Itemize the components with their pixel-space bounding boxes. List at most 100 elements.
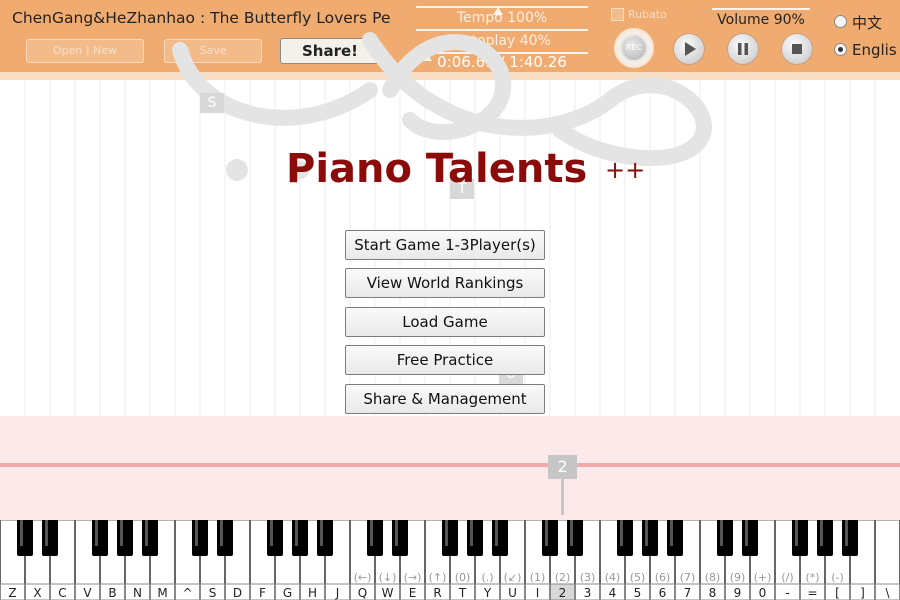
black-key[interactable] (842, 520, 858, 556)
key-alt-label: (*) (805, 571, 819, 584)
piano-keyboard[interactable]: Z X C V B N M ^ S D F G H J Q (←) W (↓) E (→) R (↑) T (0) Y (.) U (… (0, 520, 900, 600)
key-label: F (259, 586, 266, 600)
black-key[interactable] (142, 520, 158, 556)
key-label: 2 (559, 586, 567, 600)
key-label: V (83, 586, 92, 600)
key-alt-label: (1) (530, 571, 546, 584)
black-key[interactable] (617, 520, 633, 556)
hit-line (0, 463, 900, 467)
black-key-shine (20, 520, 23, 546)
key-label: D (233, 586, 242, 600)
share-management-button[interactable]: Share & Management (345, 384, 545, 414)
key-label: Y (483, 586, 492, 600)
black-key[interactable] (542, 520, 558, 556)
black-key-shine (220, 520, 223, 546)
black-key-shine (720, 520, 723, 546)
lang-english-radio[interactable] (834, 43, 847, 56)
key-alt-label: (8) (705, 571, 721, 584)
key-alt-label: (7) (680, 571, 696, 584)
black-key[interactable] (117, 520, 133, 556)
key-label: B (108, 586, 116, 600)
black-key[interactable] (292, 520, 308, 556)
view-world-rankings-button[interactable]: View World Rankings (345, 268, 545, 298)
lang-chinese-radio[interactable] (834, 15, 847, 28)
key-hint-s: S (200, 93, 224, 113)
rubato-label: Rubato (628, 8, 667, 21)
black-key[interactable] (367, 520, 383, 556)
black-key[interactable] (42, 520, 58, 556)
black-key-shine (845, 520, 848, 546)
black-key[interactable] (17, 520, 33, 556)
black-key[interactable] (642, 520, 658, 556)
black-key-shine (470, 520, 473, 546)
black-key[interactable] (267, 520, 283, 556)
key-alt-label: (+) (754, 571, 772, 584)
black-key-shine (570, 520, 573, 546)
key-alt-label: (9) (730, 571, 746, 584)
black-key[interactable] (217, 520, 233, 556)
black-key-shine (795, 520, 798, 546)
key-label: J (335, 586, 340, 600)
black-key-shine (45, 520, 48, 546)
radio-selected-dot (838, 47, 843, 52)
key-label: - (785, 586, 789, 600)
black-key[interactable] (567, 520, 583, 556)
black-key[interactable] (492, 520, 508, 556)
key-label: C (58, 586, 66, 600)
key-alt-label: (-) (831, 571, 844, 584)
lane-marker: 2 (548, 455, 577, 479)
black-key-shine (745, 520, 748, 546)
load-game-button[interactable]: Load Game (345, 307, 545, 337)
stop-icon (792, 44, 802, 54)
key-label: 4 (609, 586, 617, 600)
key-alt-label: (.) (481, 571, 493, 584)
app-title: Piano Talents (286, 146, 588, 192)
tempo-label: Tempo 100% (456, 10, 548, 26)
black-key[interactable] (92, 520, 108, 556)
black-key[interactable] (192, 520, 208, 556)
lang-chinese-label: 中文 (852, 14, 883, 32)
lane-marker-stem (561, 479, 564, 515)
open-new-button[interactable]: Open | New (26, 39, 144, 63)
free-practice-button[interactable]: Free Practice (345, 345, 545, 375)
start-game-button[interactable]: Start Game 1-3Player(s) (345, 230, 545, 260)
key-alt-label: (/) (781, 571, 793, 584)
key-alt-label: (4) (605, 571, 621, 584)
black-key[interactable] (667, 520, 683, 556)
black-key-shine (270, 520, 273, 546)
key-label: X (33, 586, 41, 600)
key-label: [ (835, 586, 840, 600)
black-key[interactable] (317, 520, 333, 556)
black-key[interactable] (717, 520, 733, 556)
stop-button[interactable] (781, 33, 813, 65)
key-alt-label: (↑) (429, 571, 447, 584)
black-key-shine (645, 520, 648, 546)
black-key[interactable] (792, 520, 808, 556)
key-label: 5 (634, 586, 642, 600)
key-label: E (409, 586, 417, 600)
volume-label: Volume 90% (717, 12, 805, 28)
black-key[interactable] (467, 520, 483, 556)
app-title-suffix: ++ (605, 156, 646, 184)
note-fall-zone (0, 416, 900, 520)
key-label: M (157, 586, 167, 600)
black-key-shine (370, 520, 373, 546)
black-key-shine (670, 520, 673, 546)
rubato-checkbox[interactable] (611, 8, 624, 21)
key-alt-label: (3) (580, 571, 596, 584)
volume-slider-track[interactable] (712, 8, 810, 10)
key-alt-label: (←) (354, 571, 372, 584)
black-key[interactable] (742, 520, 758, 556)
black-key[interactable] (817, 520, 833, 556)
black-key[interactable] (442, 520, 458, 556)
black-key-shine (295, 520, 298, 546)
key-label: G (283, 586, 292, 600)
black-key[interactable] (392, 520, 408, 556)
lang-english-label: Englis (852, 41, 897, 59)
key-label: 6 (659, 586, 667, 600)
key-label: W (382, 586, 394, 600)
song-title: ChenGang&HeZhanhao : The Butterfly Lover… (12, 9, 391, 27)
black-key-shine (820, 520, 823, 546)
key-label: H (308, 586, 317, 600)
key-label: N (133, 586, 142, 600)
